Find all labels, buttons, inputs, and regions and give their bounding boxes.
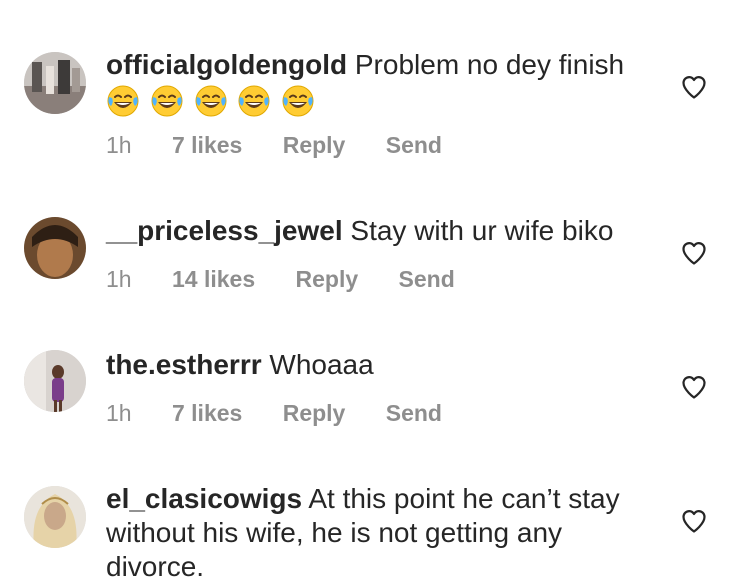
- comment-username[interactable]: the.estherrr: [106, 349, 262, 380]
- comment-time: 1h: [106, 132, 132, 158]
- comment-text: the.estherrr Whoaaa: [106, 348, 666, 382]
- comment-body: Problem no dey finish: [354, 49, 625, 80]
- likes-count-button[interactable]: 7 likes: [172, 132, 242, 159]
- comment-meta: 1h 14 likes Reply Send: [106, 266, 455, 293]
- reply-button[interactable]: Reply: [283, 400, 346, 427]
- tears-of-joy-emoji-icon: [150, 84, 184, 126]
- tears-of-joy-emoji-icon: [194, 84, 228, 126]
- comment-time: 1h: [106, 400, 132, 426]
- send-button[interactable]: Send: [399, 266, 455, 293]
- comment-username[interactable]: officialgoldengold: [106, 49, 347, 80]
- comment-text: officialgoldengold Problem no dey finish: [106, 48, 666, 126]
- comment-meta: 1h 7 likes Reply Send: [106, 400, 442, 427]
- comment-text: __priceless_jewel Stay with ur wife biko: [106, 214, 666, 248]
- avatar[interactable]: [24, 52, 86, 114]
- emoji-row: [106, 84, 666, 126]
- tears-of-joy-emoji-icon: [281, 84, 315, 126]
- tears-of-joy-emoji-icon: [237, 84, 271, 126]
- heart-outline-icon[interactable]: [680, 373, 708, 401]
- avatar[interactable]: [24, 217, 86, 279]
- heart-outline-icon[interactable]: [680, 73, 708, 101]
- comment-username[interactable]: el_clasicowigs: [106, 483, 302, 514]
- comment-meta: 1h 7 likes Reply Send: [106, 132, 442, 159]
- heart-outline-icon[interactable]: [680, 507, 708, 535]
- reply-button[interactable]: Reply: [283, 132, 346, 159]
- avatar[interactable]: [24, 350, 86, 412]
- comment-time: 1h: [106, 266, 132, 292]
- comment-body: Whoaaa: [269, 349, 374, 380]
- comment-text: el_clasicowigs At this point he can’t st…: [106, 482, 666, 584]
- reply-button[interactable]: Reply: [296, 266, 359, 293]
- avatar[interactable]: [24, 486, 86, 548]
- tears-of-joy-emoji-icon: [106, 84, 140, 126]
- comment-username[interactable]: __priceless_jewel: [106, 215, 343, 246]
- likes-count-button[interactable]: 14 likes: [172, 266, 255, 293]
- send-button[interactable]: Send: [386, 132, 442, 159]
- likes-count-button[interactable]: 7 likes: [172, 400, 242, 427]
- comment-body: Stay with ur wife biko: [350, 215, 614, 246]
- heart-outline-icon[interactable]: [680, 239, 708, 267]
- send-button[interactable]: Send: [386, 400, 442, 427]
